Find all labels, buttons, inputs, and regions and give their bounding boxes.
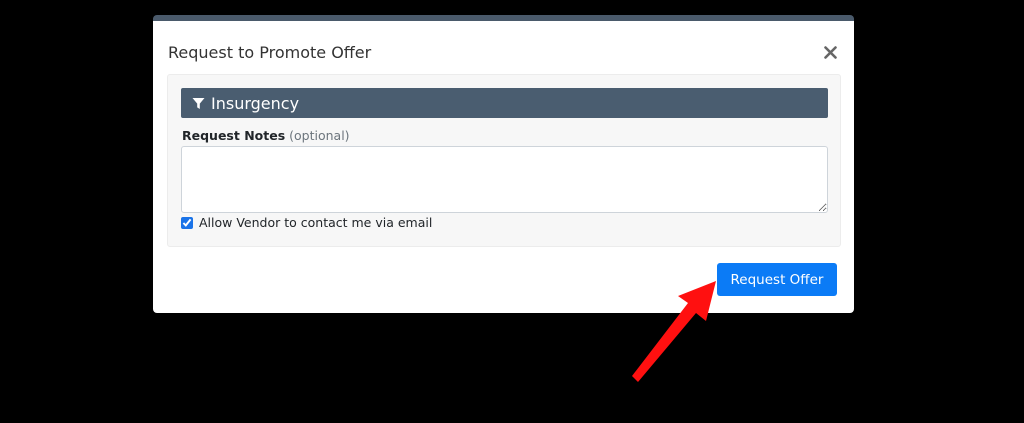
annotation-arrow-icon: [632, 281, 716, 382]
